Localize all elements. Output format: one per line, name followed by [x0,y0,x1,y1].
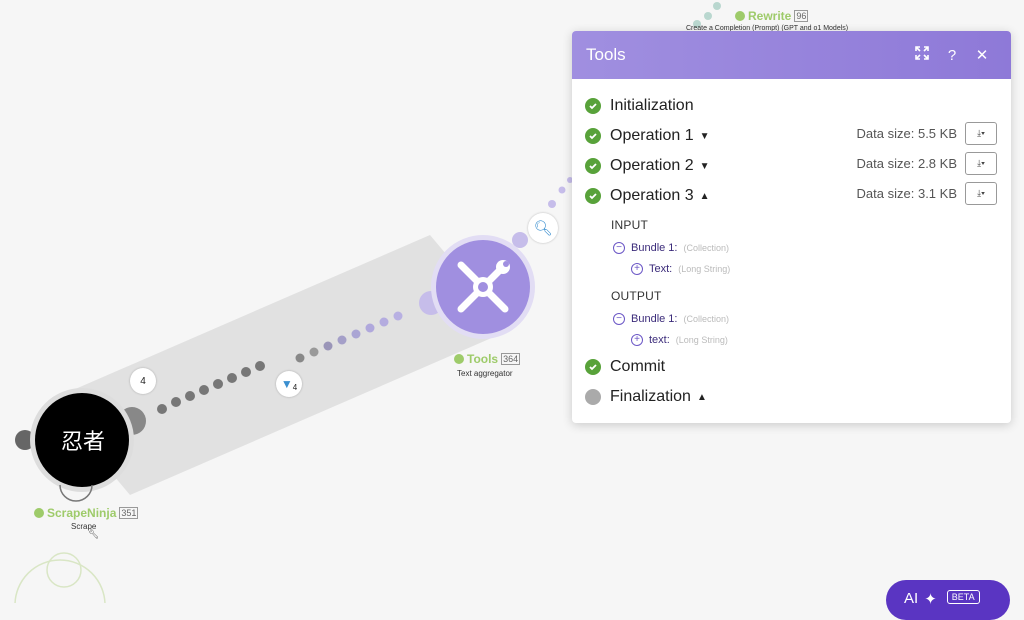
check-icon [585,98,601,114]
filter-badge[interactable]: ▼ 4 [276,371,302,397]
caret-down-icon[interactable]: ▼ [700,131,710,142]
search-icon: 🔍︎ [533,220,553,237]
panel-header: Tools ? ✕ [572,31,1011,79]
collapse-icon[interactable]: − [613,313,625,325]
rewrite-node-label[interactable]: Rewrite 96 [735,9,809,23]
download-icon: ⤓▾ [977,128,985,138]
row-operation-3[interactable]: Operation 3 ▲ [585,187,710,205]
expand-icon[interactable] [907,46,937,64]
tools-node-label[interactable]: Tools 364 [454,352,521,366]
output-bundle-1[interactable]: − Bundle 1: (Collection) [613,313,729,325]
row-initialization: Initialization [585,97,694,115]
caret-up-icon[interactable]: ▲ [697,392,707,403]
check-icon [585,128,601,144]
tools-icon [457,260,510,313]
input-section-label: INPUT [611,218,648,232]
caret-up-icon[interactable]: ▲ [700,191,710,202]
filter-icon: ▼ [280,377,293,391]
data-size-3: Data size: 3.1 KB [856,186,957,201]
download-icon: ⤓▾ [977,188,985,198]
output-bundle-1-text[interactable]: + text: (Long String) [631,334,728,346]
row-operation-1[interactable]: Operation 1 ▼ [585,127,710,145]
tools-node-sub: Text aggregator [457,369,513,378]
pending-icon [585,389,601,405]
row-commit: Commit [585,358,665,376]
data-size-1: Data size: 5.5 KB [856,126,957,141]
inspect-bubble[interactable]: 🔍︎ [528,213,558,243]
input-bundle-1[interactable]: − Bundle 1: (Collection) [613,242,729,254]
download-button-2[interactable]: ⤓▾ [965,152,997,175]
expand-plus-icon[interactable]: + [631,263,643,275]
check-icon [585,359,601,375]
scrapeninja-logo: 忍者 [60,430,105,455]
execution-inspector-panel: Tools ? ✕ Initialization Operation 1 ▼ Da… [572,31,1011,423]
check-icon [585,188,601,204]
wrench-icon[interactable]: 🔧︎ [88,529,99,540]
output-section-label: OUTPUT [611,289,662,303]
check-icon [585,158,601,174]
bundle-count-badge[interactable]: 4 [130,368,156,394]
help-icon[interactable]: ? [937,47,967,64]
sparkle-icon: ✦ [924,591,937,608]
ai-assistant-button[interactable]: AI ✦ BETA [886,580,1010,620]
caret-down-icon[interactable]: ▼ [700,161,710,172]
scrapeninja-node-label[interactable]: ScrapeNinja 351 [34,506,139,520]
row-finalization[interactable]: Finalization ▲ [585,388,707,406]
input-bundle-1-text[interactable]: + Text: (Long String) [631,263,730,275]
data-size-2: Data size: 2.8 KB [856,156,957,171]
download-button-1[interactable]: ⤓▾ [965,122,997,145]
download-icon: ⤓▾ [977,158,985,168]
download-button-3[interactable]: ⤓▾ [965,182,997,205]
expand-plus-icon[interactable]: + [631,334,643,346]
collapse-icon[interactable]: − [613,242,625,254]
row-operation-2[interactable]: Operation 2 ▼ [585,157,710,175]
panel-title: Tools [586,45,626,64]
close-icon[interactable]: ✕ [967,46,997,64]
